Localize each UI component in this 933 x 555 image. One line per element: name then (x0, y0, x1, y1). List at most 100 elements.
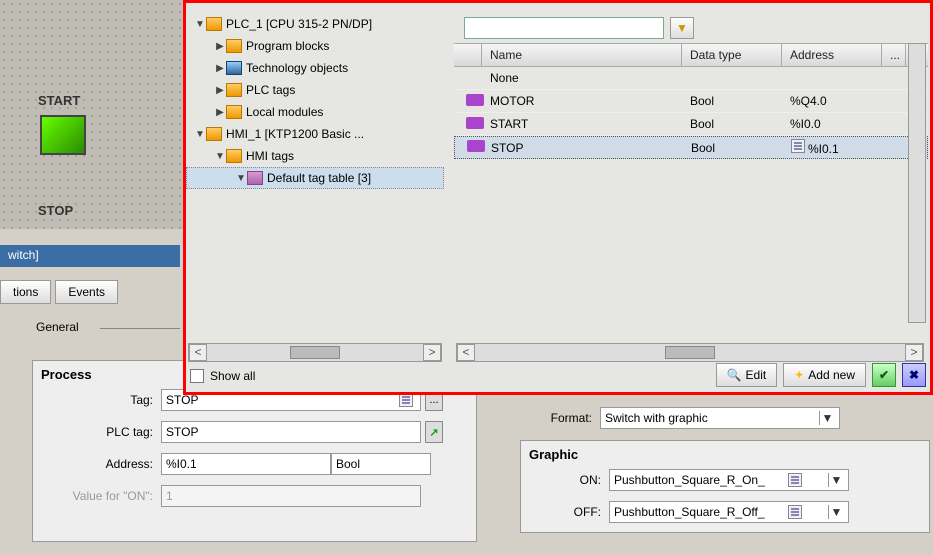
tree-node-localmod[interactable]: ▶Local modules (186, 101, 444, 123)
tree-node-hmitags[interactable]: ▼HMI tags (186, 145, 444, 167)
valon-value: 1 (166, 489, 173, 503)
folder-icon (226, 149, 242, 163)
col-more[interactable]: ... (882, 44, 906, 66)
tree-label: Technology objects (246, 61, 348, 75)
folder-icon (226, 105, 242, 119)
tree-node-plc[interactable]: ▼PLC_1 [CPU 315-2 PN/DP] (186, 13, 444, 35)
graphic-group: Graphic ON: Pushbutton_Square_R_On_ ▼ OFF… (520, 440, 930, 533)
list-icon[interactable] (791, 139, 805, 153)
format-dropdown[interactable]: Switch with graphic▼ (600, 407, 840, 429)
format-value: Switch with graphic (605, 411, 708, 425)
scroll-left[interactable]: < (189, 344, 207, 361)
tag-table-panel: ▼ Name Data type Address ... None MOTOR … (454, 13, 928, 373)
search-input[interactable] (464, 17, 664, 39)
tree-label: Local modules (246, 105, 323, 119)
cell-type: Bool (682, 92, 782, 110)
address-label: Address: (41, 457, 161, 471)
goto-icon[interactable]: ↗ (425, 421, 443, 443)
table-row[interactable]: START Bool %I0.0 (454, 113, 928, 136)
showall-checkbox[interactable] (190, 369, 204, 383)
col-type[interactable]: Data type (682, 44, 782, 66)
cell-name: None (482, 69, 682, 87)
list-icon[interactable] (399, 393, 413, 407)
tree-node-tech[interactable]: ▶Technology objects (186, 57, 444, 79)
start-button-graphic[interactable] (40, 115, 86, 155)
funnel-icon: ▼ (676, 21, 688, 35)
process-title: Process (41, 367, 92, 382)
project-tree[interactable]: ▼PLC_1 [CPU 315-2 PN/DP] ▶Program blocks… (186, 13, 444, 343)
tree-node-hmi[interactable]: ▼HMI_1 [KTP1200 Basic ... (186, 123, 444, 145)
cell-name: START (482, 115, 682, 133)
tab-events[interactable]: Events (55, 280, 118, 304)
table-vscroll[interactable] (908, 43, 926, 323)
on-label: ON: (529, 473, 609, 487)
device-icon (206, 17, 222, 31)
tag-browser-popup: ▼PLC_1 [CPU 315-2 PN/DP] ▶Program blocks… (183, 0, 933, 395)
grid-header[interactable]: Name Data type Address ... (454, 44, 928, 67)
list-icon[interactable] (788, 473, 802, 487)
star-icon: ✦ (794, 368, 804, 382)
on-value: Pushbutton_Square_R_On_ (614, 473, 765, 487)
plctag-field[interactable]: STOP (161, 421, 421, 443)
tree-label: PLC_1 [CPU 315-2 PN/DP] (226, 17, 372, 31)
tree-label: PLC tags (246, 83, 295, 97)
datatype-field[interactable]: Bool (331, 453, 431, 475)
address-value: %I0.1 (166, 457, 197, 471)
cell-addr: %Q4.0 (782, 92, 882, 110)
tree-node-plctags[interactable]: ▶PLC tags (186, 79, 444, 101)
scroll-thumb[interactable] (665, 346, 715, 359)
cell-addr: %I0.1 (783, 137, 883, 158)
graphic-title: Graphic (529, 447, 578, 462)
format-label: Format: (520, 411, 600, 425)
start-label: START (38, 93, 80, 108)
list-icon[interactable] (788, 505, 802, 519)
addnew-label: Add new (808, 368, 855, 382)
tree-hscroll[interactable]: <> (188, 343, 442, 362)
on-dropdown[interactable]: Pushbutton_Square_R_On_ ▼ (609, 469, 849, 491)
col-name[interactable]: Name (482, 44, 682, 66)
datatype-value: Bool (336, 457, 360, 471)
stop-label: STOP (38, 203, 73, 218)
chevron-down-icon: ▼ (828, 473, 844, 487)
tag-label: Tag: (41, 393, 161, 407)
tag-grid[interactable]: Name Data type Address ... None MOTOR Bo… (454, 43, 928, 159)
divider (100, 328, 180, 329)
folder-icon (226, 61, 242, 75)
address-field[interactable]: %I0.1 (161, 453, 331, 475)
col-addr[interactable]: Address (782, 44, 882, 66)
table-hscroll[interactable]: <> (456, 343, 924, 362)
tab-animations[interactable]: tions (0, 280, 51, 304)
tree-label: Default tag table [3] (267, 171, 371, 185)
filter-button[interactable]: ▼ (670, 17, 694, 39)
cancel-button[interactable]: ✖ (902, 363, 926, 387)
tree-node-default-tag-table[interactable]: ▼Default tag table [3] (186, 167, 444, 189)
valon-field: 1 (161, 485, 421, 507)
table-row[interactable]: STOP Bool %I0.1 (454, 136, 928, 159)
addnew-button[interactable]: ✦ Add new (783, 363, 866, 387)
tag-value: STOP (166, 393, 198, 407)
folder-icon (226, 39, 242, 53)
showall-label: Show all (210, 369, 255, 383)
edit-label: Edit (746, 368, 767, 382)
properties-title: witch] (0, 245, 180, 267)
tree-label: HMI_1 [KTP1200 Basic ... (226, 127, 364, 141)
edit-button[interactable]: 🔍Edit (716, 363, 778, 387)
tree-node-program-blocks[interactable]: ▶Program blocks (186, 35, 444, 57)
table-row[interactable]: MOTOR Bool %Q4.0 (454, 90, 928, 113)
cell-addr: %I0.0 (782, 115, 882, 133)
tree-label: Program blocks (246, 39, 329, 53)
scroll-right[interactable]: > (423, 344, 441, 361)
table-row[interactable]: None (454, 67, 928, 90)
off-label: OFF: (529, 505, 609, 519)
hmi-canvas: START STOP (0, 0, 183, 229)
chevron-down-icon: ▼ (828, 505, 844, 519)
off-dropdown[interactable]: Pushbutton_Square_R_Off_▼ (609, 501, 849, 523)
scroll-right[interactable]: > (905, 344, 923, 361)
cell-name: MOTOR (482, 92, 682, 110)
confirm-button[interactable]: ✔ (872, 363, 896, 387)
scroll-left[interactable]: < (457, 344, 475, 361)
scroll-thumb[interactable] (290, 346, 340, 359)
valon-label: Value for "ON": (41, 489, 161, 503)
col-icon (454, 44, 482, 66)
cell-type: Bool (683, 139, 783, 157)
